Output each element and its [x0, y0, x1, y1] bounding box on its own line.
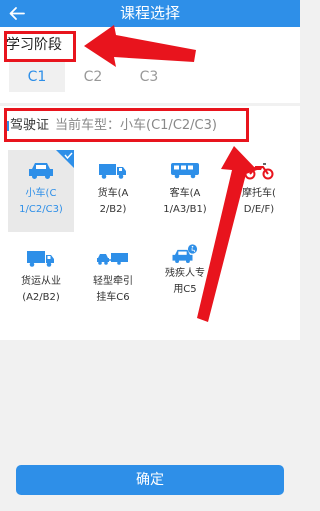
vehicle-label-line2: 用C5 — [173, 284, 197, 295]
vehicle-label-line2: 挂车C6 — [96, 292, 130, 303]
vehicle-item-trailer[interactable]: 轻型牵引 挂车C6 — [80, 238, 146, 320]
tab-c3[interactable]: C3 — [121, 62, 177, 92]
page-title: 课程选择 — [119, 4, 180, 22]
stage-highlight-box — [4, 31, 76, 62]
vehicle-item-cargo[interactable]: 货运从业 (A2/B2) — [8, 238, 74, 320]
vehicle-label-line1: 小车(C — [25, 188, 57, 199]
vehicle-label-line2: D/E/F) — [243, 204, 275, 215]
trailer-icon — [97, 253, 128, 265]
accessible-car-icon — [172, 244, 198, 263]
vehicle-label-line2: 1/C2/C3) — [19, 204, 63, 215]
motorcycle-icon — [244, 163, 274, 180]
tab-c2[interactable]: C2 — [65, 62, 121, 92]
license-highlight-box — [4, 108, 249, 142]
vehicle-label-line1: 摩托车( — [242, 188, 276, 199]
vehicle-item-accessible[interactable]: 残疾人专 用C5 — [152, 238, 218, 320]
vehicle-item-bus[interactable]: 客车(A 1/A3/B1) — [152, 150, 218, 232]
selected-check-icon — [56, 150, 74, 168]
vehicle-item-truck[interactable]: 货车(A 2/B2) — [80, 150, 146, 232]
tab-c1[interactable]: C1 — [9, 62, 65, 92]
vehicle-label-line1: 客车(A — [169, 188, 201, 199]
vehicle-item-motorcycle[interactable]: 摩托车( D/E/F) — [226, 150, 292, 232]
bus-icon — [171, 163, 199, 179]
truck-icon — [99, 164, 126, 179]
vehicle-label-line1: 货运从业 — [21, 276, 61, 287]
car-icon — [29, 163, 53, 179]
vehicle-label-line1: 轻型牵引 — [93, 276, 133, 287]
stage-tabs: C1 C2 C3 — [9, 62, 177, 92]
vehicle-label-line2: 2/B2) — [99, 204, 127, 215]
cargo-truck-icon — [27, 251, 54, 267]
top-bar: 课程选择 — [0, 0, 300, 27]
confirm-button[interactable]: 确定 — [16, 465, 284, 495]
vehicle-label-line1: 货车(A — [97, 188, 129, 199]
vehicle-label-line1: 残疾人专 — [165, 268, 205, 279]
vehicle-label-line2: (A2/B2) — [22, 292, 60, 303]
vehicle-label-line2: 1/A3/B1) — [163, 204, 207, 215]
vehicle-item-car[interactable]: 小车(C 1/C2/C3) — [8, 150, 74, 232]
